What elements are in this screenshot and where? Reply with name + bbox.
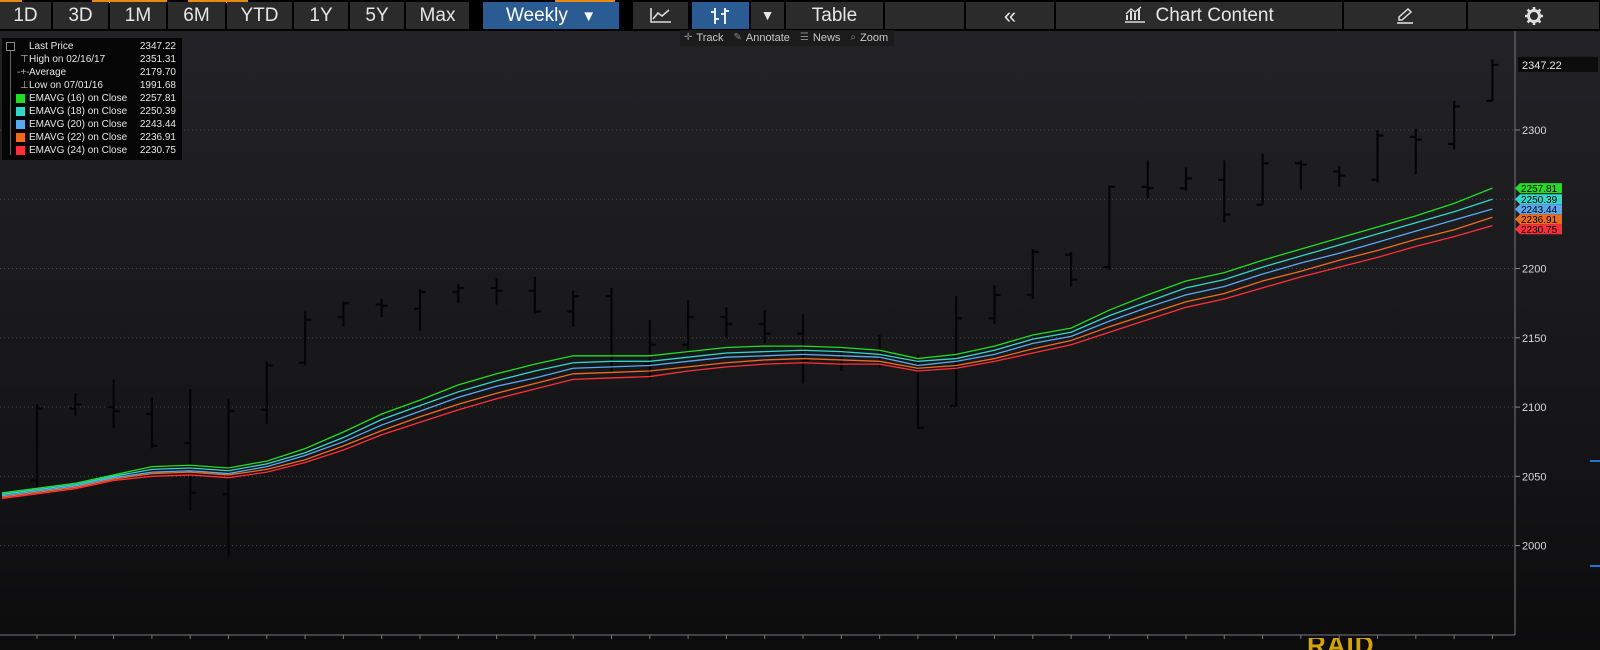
- news-icon: ☰: [799, 32, 809, 43]
- y-tick-label: 2000: [1522, 541, 1546, 553]
- double-chevron-left-icon: «: [1003, 3, 1017, 28]
- annotate-button[interactable]: ✎ Annotate: [729, 30, 795, 46]
- average-marker-icon: -+-: [17, 67, 30, 78]
- legend-value: 2250.39: [139, 106, 176, 117]
- y-tick-label: 2200: [1522, 264, 1546, 276]
- crosshair-icon: ✛: [684, 32, 693, 43]
- period-button-6m[interactable]: 6M: [168, 2, 226, 29]
- edit-pencil-icon: [1397, 7, 1413, 24]
- ohlc-bars-icon: [710, 8, 729, 24]
- legend-value: 2230.75: [139, 145, 176, 156]
- legend-item-emavg-18[interactable]: EMAVG (18) on Close 2250.39: [2, 105, 182, 118]
- frequency-dropdown[interactable]: Weekly ▼: [483, 2, 620, 29]
- edit-button[interactable]: [1344, 2, 1467, 29]
- last-price-label: 2347.22: [1522, 60, 1562, 72]
- legend-swatch: [6, 42, 15, 51]
- period-button-5y[interactable]: 5Y: [350, 2, 405, 29]
- chart-type-dropdown[interactable]: ▼: [751, 2, 785, 29]
- news-label: News: [812, 32, 841, 44]
- chart-toolbar: 1D 3D 1M 6M YTD 1Y 5Y Max Weekly ▼ ▼ Tab…: [0, 0, 1600, 31]
- price-chart[interactable]: 20002050210021502200225023002347.222257.…: [0, 31, 1600, 650]
- legend-item-emavg-20[interactable]: EMAVG (20) on Close 2243.44: [2, 118, 182, 131]
- chart-content-icon: [1125, 6, 1146, 23]
- chart-legend: Last Price 2347.22 ⊤ High on 02/16/17 23…: [2, 38, 182, 160]
- period-button-1m[interactable]: 1M: [110, 2, 167, 29]
- legend-item-last-price[interactable]: Last Price 2347.22: [2, 40, 182, 53]
- collapse-button[interactable]: «: [966, 2, 1055, 29]
- legend-value: 1991.68: [139, 80, 176, 91]
- toolbar-spacer: [885, 2, 965, 29]
- legend-value: 2347.22: [139, 41, 176, 52]
- chart-sub-toolbar: ✛ Track ✎ Annotate ☰ News ⌕ Zoom: [680, 30, 895, 46]
- line-chart-button[interactable]: [633, 2, 689, 29]
- legend-label: EMAVG (18) on Close: [29, 106, 128, 117]
- legend-item-emavg-24[interactable]: EMAVG (24) on Close 2230.75: [2, 144, 182, 157]
- ema-line-1: [1, 187, 1493, 494]
- track-label: Track: [696, 32, 724, 44]
- ema-line-5: [1, 224, 1493, 500]
- ema-value-label: 2257.81: [1521, 184, 1558, 195]
- legend-swatch: [16, 133, 25, 142]
- period-button-1d[interactable]: 1D: [0, 2, 52, 29]
- legend-item-average[interactable]: -+- Average 2179.70: [2, 66, 182, 79]
- legend-value: 2179.70: [139, 67, 176, 78]
- line-chart-icon: [649, 8, 671, 23]
- legend-swatch: [16, 107, 25, 116]
- legend-label: Low on 07/01/16: [29, 80, 103, 91]
- y-tick-label: 2300: [1522, 125, 1546, 137]
- legend-item-high[interactable]: ⊤ High on 02/16/17 2351.31: [2, 53, 182, 66]
- y-tick-label: 2050: [1522, 471, 1546, 483]
- settings-button[interactable]: [1468, 2, 1600, 29]
- magnifier-icon: ⌕: [850, 32, 857, 43]
- period-button-ytd[interactable]: YTD: [227, 2, 293, 29]
- legend-label: EMAVG (22) on Close: [29, 132, 128, 143]
- period-button-max[interactable]: Max: [406, 2, 470, 29]
- legend-swatch: [16, 94, 25, 103]
- legend-item-emavg-22[interactable]: EMAVG (22) on Close 2236.91: [2, 131, 182, 144]
- period-button-3d[interactable]: 3D: [53, 2, 109, 29]
- legend-swatch: [16, 146, 25, 155]
- low-marker-icon: ⊥: [20, 80, 29, 91]
- pencil-icon: ✎: [733, 32, 742, 43]
- gear-icon: [1524, 7, 1543, 25]
- legend-label: Average: [29, 67, 67, 78]
- background-banner-text: RAID: [1307, 638, 1375, 650]
- legend-value: 2257.81: [139, 93, 176, 104]
- legend-item-emavg-16[interactable]: EMAVG (16) on Close 2257.81: [2, 92, 182, 105]
- track-button[interactable]: ✛ Track: [680, 30, 729, 46]
- ema-line-4: [1, 216, 1493, 498]
- legend-label: Last Price: [29, 41, 74, 52]
- news-button[interactable]: ☰ News: [796, 30, 846, 46]
- legend-label: High on 02/16/17: [29, 54, 106, 65]
- legend-label: EMAVG (20) on Close: [29, 119, 128, 130]
- ema-value-label: 2230.75: [1521, 225, 1558, 236]
- chevron-down-icon: ▼: [760, 7, 775, 23]
- high-marker-icon: ⊤: [20, 54, 29, 65]
- frequency-arrow-icon: ▼: [581, 8, 597, 25]
- annotate-label: Annotate: [745, 32, 790, 44]
- table-button[interactable]: Table: [786, 2, 884, 29]
- frequency-label: Weekly: [505, 5, 568, 26]
- legend-label: EMAVG (24) on Close: [29, 145, 128, 156]
- legend-value: 2236.91: [139, 132, 176, 143]
- y-tick-label: 2100: [1522, 402, 1546, 414]
- chart-content-button[interactable]: Chart Content: [1056, 2, 1343, 29]
- bar-chart-button[interactable]: [692, 2, 750, 29]
- chart-panel[interactable]: 20002050210021502200225023002347.222257.…: [0, 31, 1600, 650]
- legend-swatch: [16, 120, 25, 129]
- legend-value: 2351.31: [139, 54, 176, 65]
- zoom-button[interactable]: ⌕ Zoom: [846, 30, 894, 46]
- zoom-label: Zoom: [860, 32, 889, 44]
- period-button-1y[interactable]: 1Y: [294, 2, 349, 29]
- legend-item-low[interactable]: ⊥ Low on 07/01/16 1991.68: [2, 79, 182, 92]
- y-tick-label: 2150: [1522, 333, 1546, 345]
- legend-value: 2243.44: [139, 119, 176, 130]
- legend-label: EMAVG (16) on Close: [29, 93, 128, 104]
- chart-content-label: Chart Content: [1155, 5, 1274, 26]
